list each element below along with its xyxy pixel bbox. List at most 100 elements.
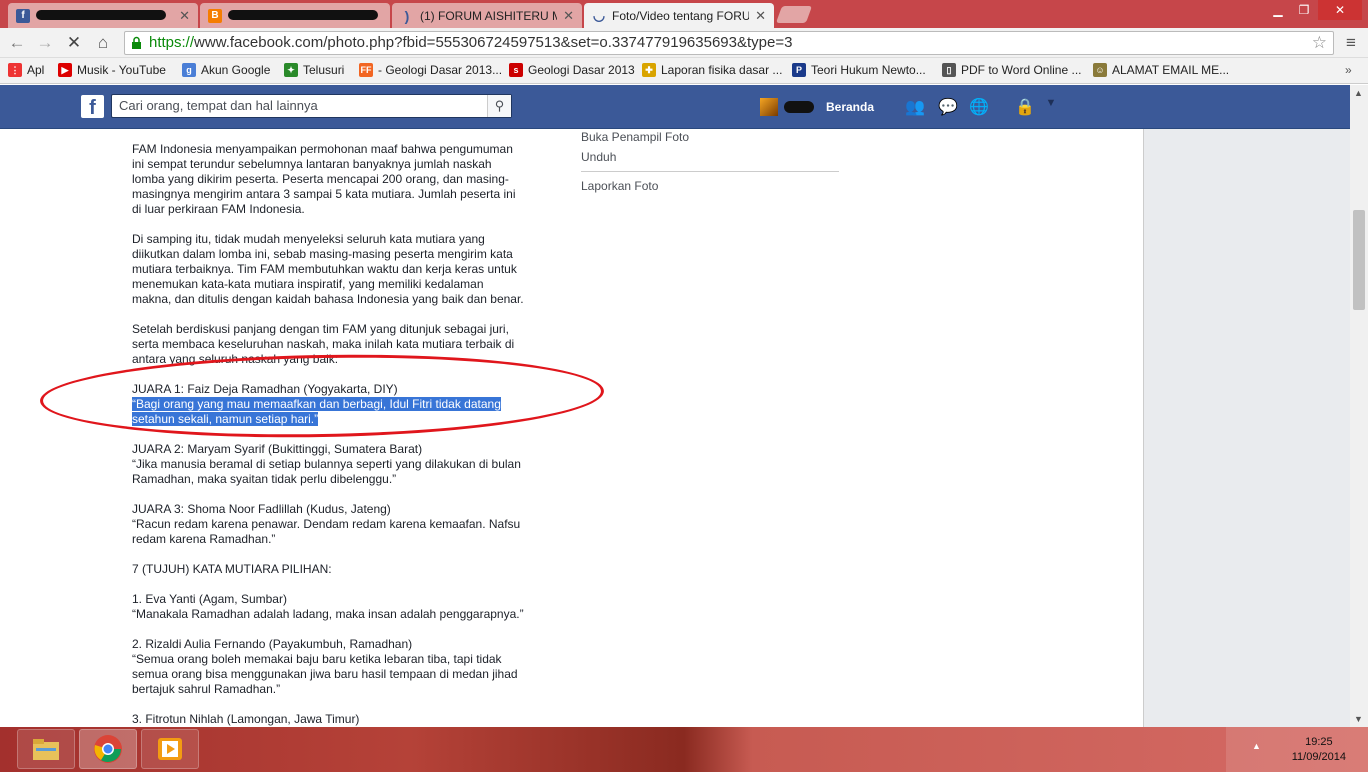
clock-date: 11/09/2014 xyxy=(1291,751,1346,763)
right-sidebar xyxy=(1143,129,1350,727)
bookmark-apl[interactable]: ⋮ Apl xyxy=(8,63,44,77)
privacy-lock-icon[interactable]: 🔒 xyxy=(1014,97,1036,117)
minimize-icon[interactable]: ▁ xyxy=(1264,0,1292,20)
friend-requests-icon[interactable]: 👥 xyxy=(904,97,926,117)
bookmark-label: Teori Hukum Newto... xyxy=(811,63,926,77)
text-line: semua orang bisa menggunakan jiwa baru h… xyxy=(132,667,518,681)
close-icon[interactable]: ✕ xyxy=(755,8,766,24)
bookmark-label: Geologi Dasar 2013 xyxy=(528,63,635,77)
bookmark-geologi-dasar[interactable]: s Geologi Dasar 2013 xyxy=(509,63,635,77)
notifications-globe-icon[interactable]: 🌐 xyxy=(968,97,990,117)
download-link[interactable]: Unduh xyxy=(581,150,616,164)
avatar xyxy=(760,98,778,116)
scroll-up-icon[interactable]: ▲ xyxy=(1354,88,1363,98)
file-explorer-icon[interactable] xyxy=(17,729,75,769)
clock[interactable]: 19:25 11/09/2014 xyxy=(1292,735,1346,765)
text-line: menemukan kata-kata mutiara inspiratif, … xyxy=(132,277,484,291)
bookmarks-overflow-icon[interactable]: » xyxy=(1345,63,1352,77)
search-icon[interactable]: ⚲ xyxy=(487,95,511,117)
back-icon[interactable]: ← xyxy=(6,32,28,54)
tab-facebook-redacted[interactable]: f ✕ xyxy=(8,3,198,28)
bookmark-label: Laporan fisika dasar ... xyxy=(661,63,783,77)
text-line: “Semua orang boleh memakai baju baru ket… xyxy=(132,652,502,666)
text-line: mutiara terbaiknya. Tim FAM membutuhkan … xyxy=(132,262,517,276)
url-scheme: https:// xyxy=(149,34,195,51)
tab-label: Foto/Video tentang FORU xyxy=(612,8,750,23)
profile-link[interactable]: Beranda xyxy=(760,98,874,116)
bookmark-alamat-email[interactable]: ☺ ALAMAT EMAIL ME... xyxy=(1093,63,1229,77)
tab-label-redacted xyxy=(228,9,382,23)
pick3-title: 3. Fitrotun Nihlah (Lamongan, Jawa Timur… xyxy=(132,712,360,726)
p-icon: P xyxy=(792,63,806,77)
tab-blogger-redacted[interactable]: B xyxy=(200,3,390,28)
scribd-icon: s xyxy=(509,63,523,77)
blogger-icon: B xyxy=(208,8,222,23)
text-line: bertajuk sahrul Ramadhan.” xyxy=(132,682,281,696)
bookmark-teori-hukum[interactable]: P Teori Hukum Newto... xyxy=(792,63,926,77)
browser-toolbar: ← → ✕ ⌂ https://www.facebook.com/photo.p… xyxy=(0,28,1368,58)
page-content: FAM Indonesia menyampaikan permohonan ma… xyxy=(0,129,1350,727)
search-placeholder: Cari orang, tempat dan hal lainnya xyxy=(119,98,318,113)
tray-overflow-icon[interactable]: ▲ xyxy=(1252,741,1261,751)
stop-icon[interactable]: ✕ xyxy=(63,32,85,54)
lock-icon xyxy=(132,36,141,49)
bookmark-akun-google[interactable]: g Akun Google xyxy=(182,63,270,77)
bookmarks-bar: ⋮ Apl ▶ Musik - YouTube g Akun Google ✦ Telu… xyxy=(0,58,1368,84)
chevron-down-icon[interactable]: ▼ xyxy=(1040,97,1062,117)
page-scrollbar[interactable]: ▲ ▼ xyxy=(1350,85,1368,727)
loading-icon: ) xyxy=(404,7,410,24)
text-line: Setelah berdiskusi panjang dengan tim FA… xyxy=(132,322,509,336)
text-line: “Racun redam karena penawar. Dendam reda… xyxy=(132,517,521,531)
bookmark-geologi-ff[interactable]: FF - Geologi Dasar 2013... xyxy=(359,63,502,77)
report-photo-link[interactable]: Laporkan Foto xyxy=(581,179,658,193)
puzzle-icon: ✚ xyxy=(642,63,656,77)
star-icon[interactable]: ☆ xyxy=(1312,32,1327,54)
address-bar[interactable]: https://www.facebook.com/photo.php?fbid=… xyxy=(124,31,1334,55)
messages-icon[interactable]: 💬 xyxy=(937,97,959,117)
facebook-logo-icon[interactable]: f xyxy=(81,95,104,119)
redacted-name xyxy=(784,101,814,113)
home-link[interactable]: Beranda xyxy=(826,100,874,114)
home-icon[interactable]: ⌂ xyxy=(92,32,114,54)
juara3-title: JUARA 3: Shoma Noor Fadlillah (Kudus, Ja… xyxy=(132,502,391,516)
close-icon[interactable]: ✕ xyxy=(179,8,190,24)
text-line: redam karena Ramadhan.” xyxy=(132,532,276,546)
facebook-search-input[interactable]: Cari orang, tempat dan hal lainnya ⚲ xyxy=(111,94,512,118)
apps-grid-icon: ⋮ xyxy=(8,63,22,77)
picks-heading: 7 (TUJUH) KATA MUTIARA PILIHAN: xyxy=(132,562,332,576)
maximize-icon[interactable]: ❐ xyxy=(1290,0,1318,20)
bookmark-youtube[interactable]: ▶ Musik - YouTube xyxy=(58,63,166,77)
system-tray: ▲ 19:25 11/09/2014 xyxy=(1226,727,1368,772)
text-line: lomba yang dikirim peserta. Peserta menc… xyxy=(132,172,509,186)
chrome-icon[interactable] xyxy=(79,729,137,769)
tab-label-redacted xyxy=(36,9,173,23)
tab-forum-aishiteru[interactable]: ) (1) FORUM AISHITERU ME ✕ xyxy=(392,3,582,28)
loading-icon: ◡ xyxy=(592,7,606,23)
bookmark-label: - Geologi Dasar 2013... xyxy=(378,63,503,77)
text-line: FAM Indonesia menyampaikan permohonan ma… xyxy=(132,142,513,156)
telusuri-icon: ✦ xyxy=(284,63,298,77)
pdf-icon: ▯ xyxy=(942,63,956,77)
media-player-icon[interactable] xyxy=(141,729,199,769)
forward-icon[interactable]: → xyxy=(34,32,56,54)
text-line: makna, dan ditulis dengan kaidah bahasa … xyxy=(132,292,524,306)
bookmark-pdf-to-word[interactable]: ▯ PDF to Word Online ... xyxy=(942,63,1082,77)
tab-foto-video[interactable]: ◡ Foto/Video tentang FORU ✕ xyxy=(584,3,774,28)
juara2-title: JUARA 2: Maryam Syarif (Bukittinggi, Sum… xyxy=(132,442,423,456)
tab-strip: f ✕ B ) (1) FORUM AISHITERU ME ✕ ◡ Foto/… xyxy=(0,0,1368,28)
photo-description-pane: FAM Indonesia menyampaikan permohonan ma… xyxy=(0,129,1143,727)
url-text: www.facebook.com/photo.php?fbid=55530672… xyxy=(194,34,793,51)
menu-icon[interactable]: ≡ xyxy=(1340,32,1362,54)
close-icon[interactable]: ✕ xyxy=(563,8,574,24)
youtube-icon: ▶ xyxy=(58,63,72,77)
scrollbar-thumb[interactable] xyxy=(1353,210,1365,310)
text-line: serta membaca keseluruhan naskah, maka i… xyxy=(132,337,515,351)
close-window-icon[interactable]: ✕ xyxy=(1318,0,1362,20)
scroll-down-icon[interactable]: ▼ xyxy=(1354,714,1363,724)
open-photo-viewer-link[interactable]: Buka Penampil Foto xyxy=(581,130,689,144)
text-line: di luar perkiraan FAM Indonesia. xyxy=(132,202,305,216)
new-tab-button[interactable] xyxy=(775,6,813,23)
bookmark-telusuri[interactable]: ✦ Telusuri xyxy=(284,63,344,77)
windows-taskbar: ▲ 19:25 11/09/2014 xyxy=(0,727,1368,772)
bookmark-laporan-fisika[interactable]: ✚ Laporan fisika dasar ... xyxy=(642,63,782,77)
